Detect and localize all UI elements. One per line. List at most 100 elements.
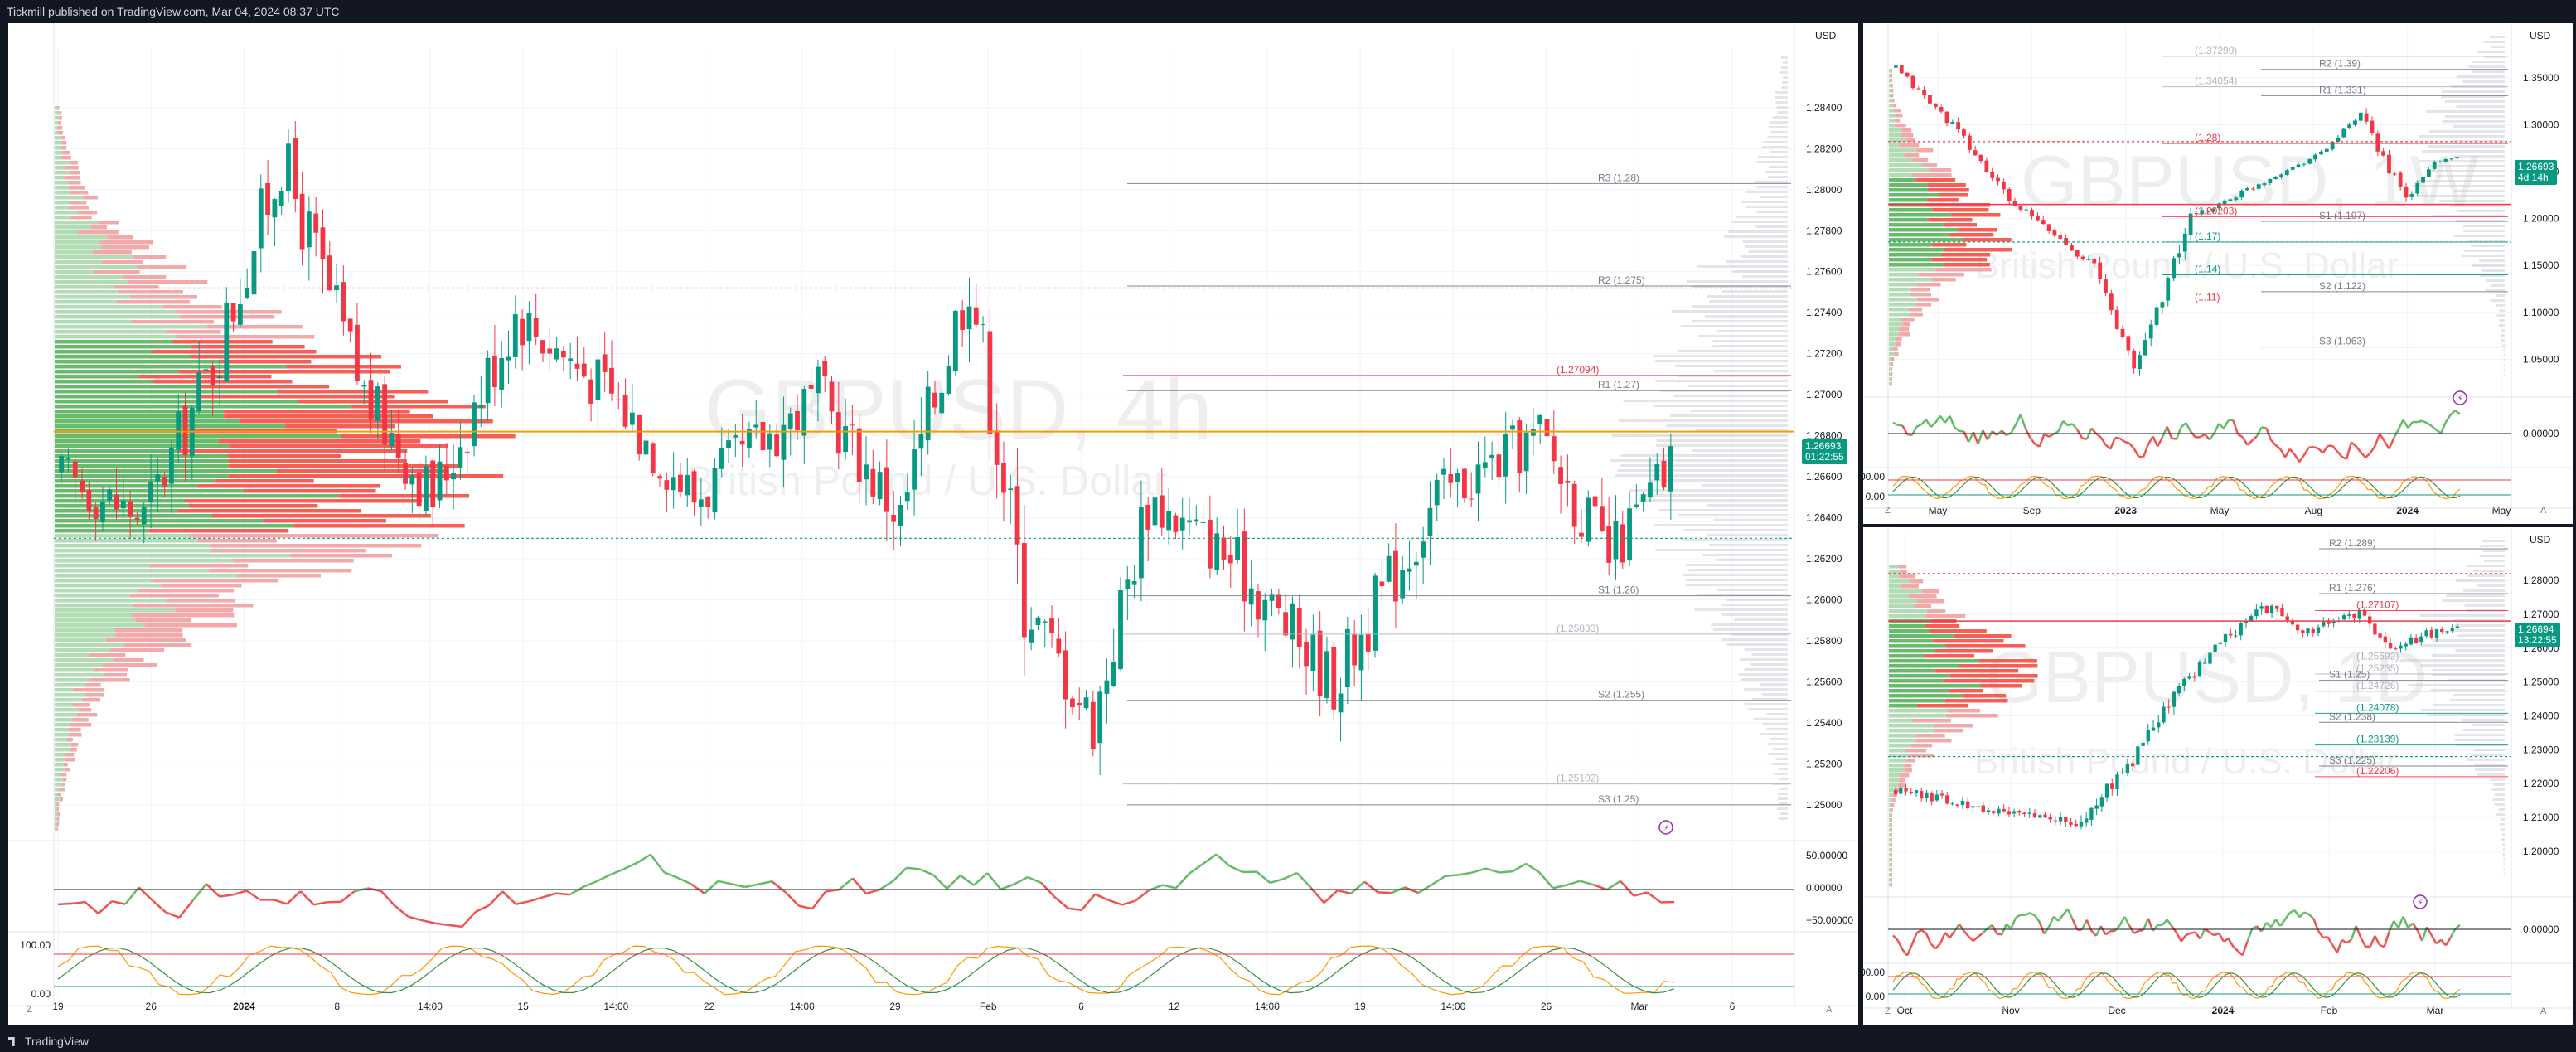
candle-body	[2110, 783, 2114, 789]
rsi-line-segment	[2114, 924, 2121, 932]
stoch-axis-tick: 0.00	[1866, 991, 1886, 1002]
chart-weekly-panel[interactable]: GBPUSD, 1W British Pound / U.S. Dollar 1…	[1863, 23, 2573, 524]
chart-4h-panel[interactable]: GBPUSD, 4h British Pound / U.S. Dollar 1…	[8, 23, 1858, 1025]
auto-scale-button[interactable]: A	[1826, 1005, 1832, 1015]
candle-body	[1945, 795, 1949, 804]
rsi-line-segment	[2355, 925, 2362, 938]
volume-profile-bar-up	[1889, 798, 1893, 802]
price-axis-tick: 1.30000	[2523, 119, 2559, 131]
candle-body	[1668, 446, 1673, 492]
right-volume-profile-bar	[1712, 345, 1788, 347]
time-axis-tick: Sep	[2023, 505, 2041, 516]
candle-body	[2347, 124, 2352, 128]
rsi-line-segment	[717, 880, 732, 885]
volume-profile-bar-up	[55, 270, 94, 274]
volume-profile-bar-down	[1899, 332, 1910, 337]
candle-body	[1049, 618, 1054, 633]
volume-profile-bar-down	[144, 623, 237, 628]
volume-profile-bar-down	[132, 255, 167, 259]
candle-body	[1421, 541, 1426, 558]
volume-profile-bar-down	[1901, 318, 1915, 322]
volume-profile-bar-down	[61, 156, 71, 160]
right-volume-profile-bar	[1756, 186, 1788, 188]
tradingview-logo[interactable]: TradingView	[8, 1035, 89, 1048]
auto-scale-button[interactable]: A	[2540, 1006, 2546, 1016]
candle-body	[602, 354, 608, 372]
volume-profile-bar-up	[1889, 674, 1950, 678]
rsi-line-segment	[2397, 419, 2404, 430]
time-axis-tick: 26	[1541, 1001, 1552, 1012]
volume-profile-bar-down	[69, 171, 80, 175]
right-volume-profile-bar	[2454, 739, 2505, 741]
chart-daily-svg[interactable]: 1.280001.270001.260001.250001.240001.230…	[1863, 527, 2573, 1025]
right-volume-profile-bar	[1656, 439, 1788, 442]
rsi-line-segment	[2350, 925, 2357, 941]
right-volume-profile-bar	[2499, 823, 2505, 826]
candle-body	[1579, 532, 1584, 537]
volume-profile-bar-down	[82, 698, 101, 702]
volume-profile-bar-down	[1940, 253, 1990, 257]
volume-profile-bar-down	[56, 802, 60, 807]
right-volume-profile-bar	[1777, 793, 1788, 795]
right-volume-profile-bar	[1713, 519, 1788, 521]
rsi-line-segment	[2047, 916, 2055, 928]
pivot-level-label: (1.37299)	[2195, 45, 2237, 56]
rsi-line-segment	[798, 904, 813, 910]
right-volume-profile-bar	[1707, 504, 1788, 507]
volume-profile-bar-down	[243, 489, 376, 493]
candle-body	[293, 138, 298, 199]
candle-body	[478, 405, 484, 408]
auto-scale-button[interactable]: A	[2540, 506, 2546, 516]
volume-profile-bar-up	[55, 459, 229, 463]
right-volume-profile-bar	[1772, 116, 1788, 119]
candle-body	[2213, 644, 2217, 652]
candle-body	[1083, 697, 1089, 709]
rsi-line-segment	[2066, 909, 2074, 920]
chart-4h-svg[interactable]: 1.284001.282001.280001.278001.276001.274…	[8, 23, 1858, 1025]
candle-body	[2143, 340, 2147, 356]
candle-body	[705, 497, 711, 507]
chart-weekly-svg[interactable]: 1.350001.300001.250001.200001.150001.100…	[1863, 23, 2573, 524]
rsi-line-segment	[1930, 421, 1937, 428]
right-volume-profile-bar	[1775, 96, 1788, 99]
rsi-line-segment	[1014, 875, 1029, 885]
candle-body	[1517, 420, 1523, 473]
candle-body	[2094, 805, 2099, 809]
volume-profile-bar-down	[110, 648, 165, 652]
right-volume-profile-bar	[1716, 330, 1788, 332]
rsi-line-segment	[1000, 883, 1015, 890]
rsi-line-segment	[1963, 430, 1970, 443]
rsi-line-segment	[2232, 946, 2239, 953]
timezone-button[interactable]: Z	[27, 1005, 32, 1015]
volume-profile-bar-down	[68, 728, 81, 732]
right-volume-profile-bar	[1782, 61, 1788, 64]
rsi-line-segment	[2274, 444, 2282, 450]
right-volume-profile-bar	[1738, 673, 1788, 676]
right-volume-profile-bar	[1745, 206, 1788, 208]
rsi-line-segment	[71, 900, 85, 905]
volume-profile-bar-down	[1890, 883, 1892, 887]
volume-profile-bar-up	[55, 136, 62, 140]
rsi-axis-tick: 0.00000	[1806, 882, 1842, 894]
timezone-button[interactable]: Z	[1885, 506, 1891, 516]
candle-body	[2455, 626, 2460, 628]
right-volume-profile-bar	[2454, 734, 2505, 736]
chart-daily-panel[interactable]: GBPUSD, 1D British Pound / U.S. Dollar 1…	[1863, 527, 2573, 1025]
volume-profile-bar-down	[83, 196, 99, 200]
right-volume-profile-bar	[1617, 469, 1788, 472]
candle-body	[2381, 151, 2386, 156]
volume-profile-bar-up	[1889, 104, 1893, 108]
event-flash-glyph: ⚡	[1663, 824, 1668, 833]
volume-profile-bar-up	[1889, 768, 1905, 773]
volume-profile-bar-down	[1891, 803, 1895, 807]
timezone-button[interactable]: Z	[1885, 1006, 1891, 1016]
rsi-line-segment	[811, 890, 827, 910]
rsi-line-segment	[299, 890, 315, 906]
volume-profile-bar-down	[263, 519, 386, 523]
right-volume-profile-bar	[2456, 75, 2505, 78]
rsi-line-segment	[2383, 440, 2390, 450]
rsi-line-segment	[1189, 863, 1203, 875]
volume-profile-bar-up	[1889, 694, 1963, 698]
right-volume-profile-bar	[2462, 589, 2505, 592]
candle-body	[1441, 468, 1446, 475]
